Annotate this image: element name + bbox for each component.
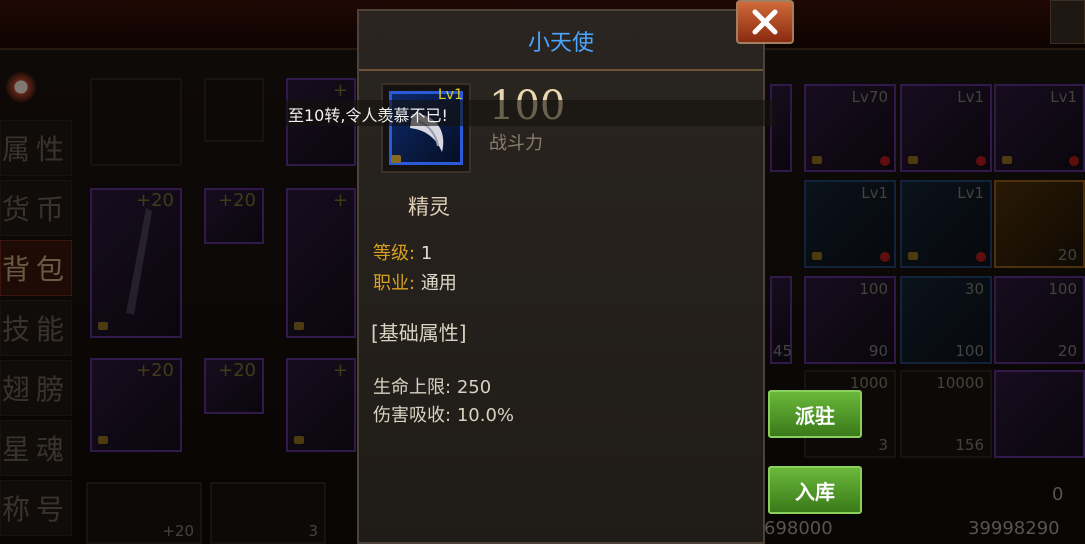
power-label: 战斗力 bbox=[489, 133, 543, 154]
announcement-text: 至10转,令人羡慕不已! bbox=[288, 106, 448, 125]
level-stat: 等级: 1 bbox=[373, 239, 432, 265]
attribute-row: 伤害吸收: 10.0% bbox=[373, 401, 514, 427]
level-key: 等级: bbox=[373, 243, 416, 264]
item-detail-popup: 小天使 Lv1 100 战斗力 精灵 等级: 1 职业: 通用 [基础属性] 生… bbox=[357, 9, 765, 544]
item-icon-frame: Lv1 bbox=[381, 83, 471, 173]
close-button[interactable] bbox=[736, 0, 794, 44]
class-value: 通用 bbox=[420, 273, 457, 294]
station-button[interactable]: 派驻 bbox=[768, 390, 862, 438]
attribute-label: 伤害吸收: bbox=[373, 405, 452, 426]
close-icon bbox=[752, 9, 778, 35]
lock-icon bbox=[391, 155, 401, 163]
attribute-value: 250 bbox=[456, 377, 492, 398]
base-attributes-heading: [基础属性] bbox=[371, 321, 467, 345]
class-stat: 职业: 通用 bbox=[373, 269, 457, 295]
item-name: 精灵 bbox=[408, 195, 450, 219]
store-button[interactable]: 入库 bbox=[768, 466, 862, 514]
class-key: 职业: bbox=[373, 273, 416, 294]
attribute-value: 10.0% bbox=[456, 405, 514, 426]
attribute-label: 生命上限: bbox=[373, 377, 452, 398]
popup-title: 小天使 bbox=[527, 31, 594, 56]
level-value: 1 bbox=[420, 243, 433, 264]
attribute-row: 生命上限: 250 bbox=[373, 373, 491, 399]
